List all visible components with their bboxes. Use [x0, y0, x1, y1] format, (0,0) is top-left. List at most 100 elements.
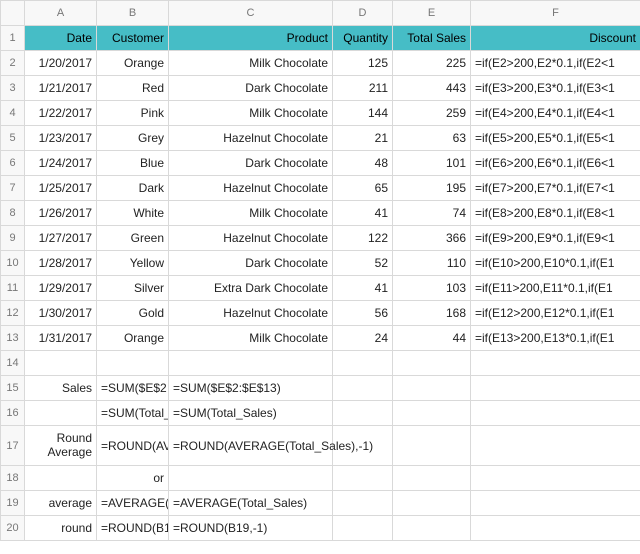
cell[interactable]: 211 [333, 76, 393, 101]
cell[interactable]: 1/27/2017 [25, 226, 97, 251]
cell[interactable]: 125 [333, 51, 393, 76]
cell[interactable] [471, 516, 640, 541]
row-header[interactable]: 4 [1, 101, 25, 126]
cell[interactable]: =if(E5>200,E5*0.1,if(E5<1 [471, 126, 640, 151]
cell[interactable]: Green [97, 226, 169, 251]
cell[interactable]: 56 [333, 301, 393, 326]
cell[interactable]: 122 [333, 226, 393, 251]
cell-E1[interactable]: Total Sales [393, 26, 471, 51]
cell[interactable]: Dark [97, 176, 169, 201]
cell[interactable]: average [25, 491, 97, 516]
col-header-E[interactable]: E [393, 1, 471, 26]
cell[interactable] [471, 491, 640, 516]
col-header-A[interactable]: A [25, 1, 97, 26]
cell[interactable] [169, 351, 333, 376]
row-header[interactable]: 8 [1, 201, 25, 226]
cell-C1[interactable]: Product [169, 26, 333, 51]
cell[interactable]: =ROUND(B19,-1) [169, 516, 333, 541]
cell[interactable]: 1/30/2017 [25, 301, 97, 326]
cell[interactable]: =if(E7>200,E7*0.1,if(E7<1 [471, 176, 640, 201]
row-header[interactable]: 18 [1, 466, 25, 491]
cell[interactable]: 110 [393, 251, 471, 276]
cell[interactable]: Red [97, 76, 169, 101]
cell[interactable]: 1/20/2017 [25, 51, 97, 76]
cell[interactable]: 65 [333, 176, 393, 201]
cell[interactable]: 74 [393, 201, 471, 226]
cell[interactable]: 1/26/2017 [25, 201, 97, 226]
cell[interactable]: =SUM(Total_ [97, 401, 169, 426]
cell[interactable]: 21 [333, 126, 393, 151]
cell[interactable]: =if(E12>200,E12*0.1,if(E1 [471, 301, 640, 326]
col-header-D[interactable]: D [333, 1, 393, 26]
cell[interactable]: Yellow [97, 251, 169, 276]
cell[interactable]: or [97, 466, 169, 491]
cell[interactable]: 1/24/2017 [25, 151, 97, 176]
cell[interactable] [471, 376, 640, 401]
cell[interactable] [97, 351, 169, 376]
cell[interactable]: 52 [333, 251, 393, 276]
cell[interactable]: 1/25/2017 [25, 176, 97, 201]
spreadsheet-grid[interactable]: A B C D E F 1 Date Customer Product Quan… [0, 0, 640, 541]
cell[interactable]: Orange [97, 326, 169, 351]
cell[interactable]: =if(E9>200,E9*0.1,if(E9<1 [471, 226, 640, 251]
cell[interactable] [393, 516, 471, 541]
cell[interactable]: 1/28/2017 [25, 251, 97, 276]
cell[interactable]: 144 [333, 101, 393, 126]
cell-A1[interactable]: Date [25, 26, 97, 51]
row-header[interactable]: 16 [1, 401, 25, 426]
cell[interactable]: round [25, 516, 97, 541]
cell[interactable]: Pink [97, 101, 169, 126]
cell[interactable] [393, 491, 471, 516]
row-header[interactable]: 6 [1, 151, 25, 176]
cell[interactable]: =ROUND(B1 [97, 516, 169, 541]
row-header-1[interactable]: 1 [1, 26, 25, 51]
cell[interactable] [471, 351, 640, 376]
cell[interactable]: 101 [393, 151, 471, 176]
cell[interactable]: Grey [97, 126, 169, 151]
cell[interactable]: 366 [393, 226, 471, 251]
cell[interactable]: =if(E3>200,E3*0.1,if(E3<1 [471, 76, 640, 101]
cell[interactable] [333, 466, 393, 491]
cell[interactable]: 1/23/2017 [25, 126, 97, 151]
cell[interactable]: Milk Chocolate [169, 201, 333, 226]
cell[interactable]: =if(E11>200,E11*0.1,if(E1 [471, 276, 640, 301]
col-header-C[interactable]: C [169, 1, 333, 26]
cell[interactable] [333, 401, 393, 426]
cell[interactable]: Dark Chocolate [169, 151, 333, 176]
cell[interactable]: Round Average [25, 426, 97, 466]
cell[interactable]: Hazelnut Chocolate [169, 301, 333, 326]
cell[interactable]: 63 [393, 126, 471, 151]
row-header[interactable]: 19 [1, 491, 25, 516]
row-header[interactable]: 13 [1, 326, 25, 351]
cell[interactable]: Silver [97, 276, 169, 301]
cell[interactable] [25, 401, 97, 426]
cell[interactable] [25, 466, 97, 491]
row-header[interactable]: 20 [1, 516, 25, 541]
cell[interactable]: 1/22/2017 [25, 101, 97, 126]
cell[interactable]: Extra Dark Chocolate [169, 276, 333, 301]
cell[interactable] [393, 426, 471, 466]
cell[interactable]: Hazelnut Chocolate [169, 226, 333, 251]
cell[interactable]: =AVERAGE( [97, 491, 169, 516]
cell[interactable]: =if(E6>200,E6*0.1,if(E6<1 [471, 151, 640, 176]
cell[interactable]: =if(E10>200,E10*0.1,if(E1 [471, 251, 640, 276]
corner-cell[interactable] [1, 1, 25, 26]
cell[interactable]: =SUM(Total_Sales) [169, 401, 333, 426]
col-header-F[interactable]: F [471, 1, 640, 26]
cell-D1[interactable]: Quantity [333, 26, 393, 51]
cell[interactable]: =AVERAGE(Total_Sales) [169, 491, 333, 516]
cell[interactable] [25, 351, 97, 376]
cell[interactable]: =ROUND(AV [97, 426, 169, 466]
cell[interactable]: 1/21/2017 [25, 76, 97, 101]
col-header-B[interactable]: B [97, 1, 169, 26]
cell[interactable] [471, 426, 640, 466]
cell[interactable]: 1/31/2017 [25, 326, 97, 351]
cell[interactable]: Orange [97, 51, 169, 76]
cell[interactable] [393, 401, 471, 426]
cell[interactable] [333, 491, 393, 516]
cell[interactable]: 24 [333, 326, 393, 351]
cell[interactable]: 168 [393, 301, 471, 326]
cell[interactable]: =SUM($E$2:$E$13) [169, 376, 333, 401]
cell[interactable] [333, 516, 393, 541]
cell[interactable]: =if(E13>200,E13*0.1,if(E1 [471, 326, 640, 351]
